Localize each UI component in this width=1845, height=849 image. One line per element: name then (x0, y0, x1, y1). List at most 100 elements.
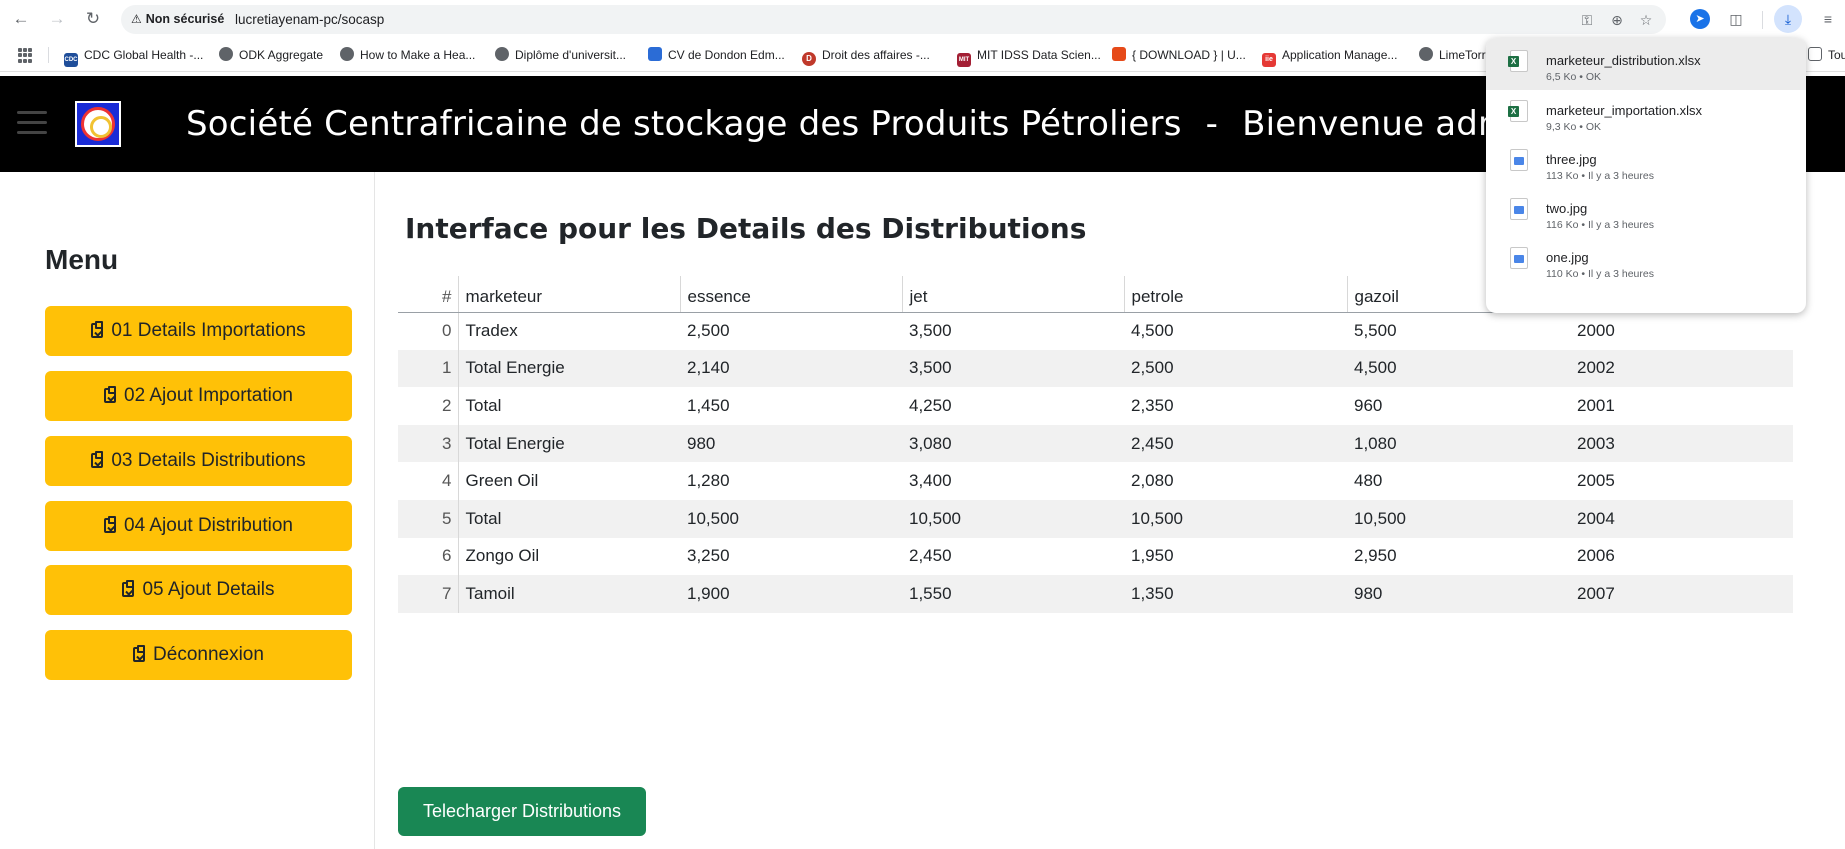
table-cell: 1,950 (1131, 546, 1174, 566)
extensions-puzzle-icon[interactable]: ◫ (1723, 6, 1749, 32)
table-cell: Green Oil (465, 471, 539, 491)
table-cell: 1,350 (1124, 575, 1347, 613)
download-filename: marketeur_importation.xlsx (1546, 103, 1703, 118)
menu-button-ajout-distribution[interactable]: 04 Ajout Distribution (45, 501, 352, 551)
download-filename: one.jpg (1546, 250, 1589, 265)
menu-button-details-importations[interactable]: 01 Details Importations (45, 306, 352, 356)
page-title: Interface pour les Details des Distribut… (405, 212, 1087, 245)
title-separator: - (1205, 104, 1219, 144)
table-cell: 2,350 (1131, 395, 1174, 415)
table-cell: 1,450 (687, 395, 730, 415)
bookmark-item[interactable]: iie Application Manage... (1262, 47, 1398, 67)
table-cell: 3 (398, 424, 459, 463)
table-row: 7 Tamoil 1,900 1,550 1,350 980 2007 (398, 575, 1793, 613)
column-header-petrole[interactable]: petrole (1123, 276, 1347, 313)
table-cell: 10,500 (1124, 499, 1347, 538)
table-cell: Tradex (465, 321, 518, 341)
table-cell: 960 (1354, 395, 1383, 415)
menu-button-ajout-importation[interactable]: 02 Ajout Importation (45, 371, 352, 421)
table-cell: 10,500 (902, 499, 1124, 538)
image-file-icon (1510, 198, 1528, 220)
menu-title: Menu (45, 244, 119, 275)
security-label: Non sécurisé (145, 12, 225, 26)
hamburger-menu-icon[interactable] (17, 111, 47, 135)
table-cell: Tamoil (458, 575, 680, 613)
menu-button-details-distributions[interactable]: 03 Details Distributions (45, 436, 352, 486)
menu-button-label: 04 Ajout Distribution (124, 515, 293, 536)
table-cell: 4 (398, 462, 459, 500)
column-header-jet[interactable]: jet (901, 276, 1124, 313)
table-row: 3 Total Energie 980 3,080 2,450 1,080 2003 (398, 424, 1793, 463)
bookmark-star-icon[interactable]: ☆ (1636, 10, 1656, 30)
download-item[interactable]: two.jpg 116 Ko • Il y a 3 heures (1486, 186, 1806, 238)
download-item[interactable]: marketeur_distribution.xlsx 6,5 Ko • OK (1486, 38, 1806, 90)
downloads-icon[interactable]: ⤓ (1774, 5, 1802, 33)
download-item[interactable]: one.jpg 110 Ko • Il y a 3 heures (1486, 235, 1806, 287)
download-meta: 113 Ko • Il y a 3 heures (1546, 170, 1654, 182)
browser-toolbar: ← → ↻ ⚠ Non sécurisé lucretiayenam-pc/soc… (0, 0, 1845, 38)
column-header-essence[interactable]: essence (679, 276, 902, 313)
address-bar[interactable]: ⚠ Non sécurisé lucretiayenam-pc/socasp ⚿ … (121, 5, 1666, 34)
table-cell: 2 (398, 387, 459, 425)
table-cell: 3,500 (909, 321, 952, 341)
download-item[interactable]: three.jpg 113 Ko • Il y a 3 heures (1486, 137, 1806, 189)
reload-icon[interactable]: ↻ (82, 8, 104, 30)
bookmark-item[interactable]: MIT MIT IDSS Data Scien... (957, 47, 1101, 67)
table-cell: 2003 (1570, 424, 1793, 463)
bookmark-item[interactable]: Diplôme d'universit... (495, 47, 626, 63)
table-cell: 2005 (1577, 471, 1615, 491)
table-row: 5 Total 10,500 10,500 10,500 10,500 2004 (398, 499, 1793, 538)
bookmark-item[interactable]: ODK Aggregate (219, 47, 323, 63)
bookmark-item[interactable]: Tou (1808, 47, 1845, 63)
bookmark-item[interactable]: CV de Dondon Edm... (648, 47, 785, 63)
bookmark-item[interactable]: LimeTorr (1419, 47, 1486, 63)
telegram-extension-icon[interactable]: ➤ (1690, 9, 1710, 29)
doc-icon (648, 47, 662, 61)
column-header-marketeur[interactable]: marketeur (458, 276, 680, 313)
menu-button-ajout-details[interactable]: 05 Ajout Details (45, 565, 352, 615)
bookmark-label: Application Manage... (1282, 48, 1398, 62)
globe-icon (495, 47, 509, 61)
table-cell: 2006 (1577, 546, 1615, 566)
table-cell: 1,280 (687, 471, 730, 491)
clipboard-check-icon (91, 321, 104, 338)
table-cell: 3,500 (902, 349, 1124, 388)
column-header-index[interactable]: # (398, 276, 459, 313)
toolbar-divider (1762, 11, 1763, 29)
table-cell: Total (465, 395, 502, 415)
bookmark-label: How to Make a Hea... (360, 48, 476, 62)
download-meta: 116 Ko • Il y a 3 heures (1546, 219, 1654, 231)
bookmark-label: Diplôme d'universit... (515, 48, 626, 62)
table-cell: 2000 (1577, 321, 1615, 341)
download-item[interactable]: marketeur_importation.xlsx 9,3 Ko • OK (1486, 88, 1806, 140)
bookmark-label: MIT IDSS Data Scien... (977, 48, 1101, 62)
bookmark-item[interactable]: CDC CDC Global Health -... (64, 47, 204, 67)
forward-arrow-icon[interactable]: → (46, 8, 68, 30)
app-title: Société Centrafricaine de stockage des P… (186, 104, 1543, 144)
zoom-icon[interactable]: ⊕ (1607, 10, 1627, 30)
menu-button-deconnexion[interactable]: Déconnexion (45, 630, 352, 680)
table-body: 0 Tradex 2,500 3,500 4,500 5,500 2000 1 Total En… (398, 312, 1793, 613)
back-arrow-icon[interactable]: ← (10, 8, 32, 30)
table-row: 2 Total 1,450 4,250 2,350 960 2001 (398, 387, 1793, 425)
menu-button-label: 05 Ajout Details (142, 579, 275, 600)
bookmark-item[interactable]: { DOWNLOAD } | U... (1112, 47, 1246, 63)
url-text[interactable]: lucretiayenam-pc/socasp (235, 11, 384, 28)
download-filename: marketeur_distribution.xlsx (1546, 53, 1701, 68)
bookmark-item[interactable]: D Droit des affaires -... (802, 47, 930, 66)
apps-grid-icon[interactable] (18, 48, 33, 63)
password-key-icon[interactable]: ⚿ (1577, 10, 1597, 30)
download-distributions-button[interactable]: Telecharger Distributions (398, 787, 646, 836)
table-cell: 1,080 (1347, 424, 1570, 463)
globe-icon (219, 47, 233, 61)
bookmark-label: CDC Global Health -... (84, 48, 204, 62)
bookmark-red-icon (1112, 47, 1126, 61)
reading-list-icon[interactable]: ≡ (1815, 6, 1841, 32)
security-chip[interactable]: ⚠ Non sécurisé (131, 11, 224, 28)
table-cell: Total (458, 499, 680, 538)
table-cell: 2,450 (909, 546, 952, 566)
clipboard-check-icon (91, 451, 104, 468)
download-meta: 9,3 Ko • OK (1546, 121, 1602, 133)
bookmark-item[interactable]: How to Make a Hea... (340, 47, 475, 63)
table-cell: 7 (398, 575, 459, 613)
